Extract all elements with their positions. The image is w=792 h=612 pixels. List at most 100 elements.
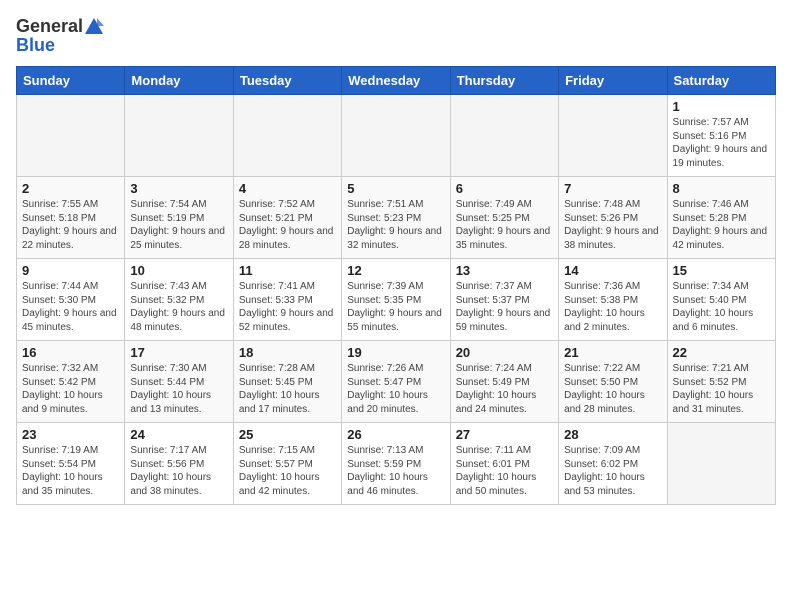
calendar-cell [450, 95, 558, 177]
calendar-cell: 25 Sunrise: 7:15 AM Sunset: 5:57 PM Dayli… [233, 423, 341, 505]
calendar-cell: 14 Sunrise: 7:36 AM Sunset: 5:38 PM Dayli… [559, 259, 667, 341]
day-number: 10 [130, 263, 227, 278]
day-number: 19 [347, 345, 444, 360]
day-number: 20 [456, 345, 553, 360]
calendar-cell: 20 Sunrise: 7:24 AM Sunset: 5:49 PM Dayli… [450, 341, 558, 423]
day-number: 1 [673, 99, 770, 114]
day-info: Sunrise: 7:19 AM Sunset: 5:54 PM Dayligh… [22, 444, 119, 498]
day-info: Sunrise: 7:46 AM Sunset: 5:28 PM Dayligh… [673, 198, 770, 252]
day-info: Sunrise: 7:52 AM Sunset: 5:21 PM Dayligh… [239, 198, 336, 252]
day-number: 27 [456, 427, 553, 442]
day-header-saturday: Saturday [667, 67, 775, 95]
day-number: 7 [564, 181, 661, 196]
logo-icon [84, 17, 104, 37]
calendar-cell: 18 Sunrise: 7:28 AM Sunset: 5:45 PM Dayli… [233, 341, 341, 423]
calendar-cell: 9 Sunrise: 7:44 AM Sunset: 5:30 PM Daylig… [17, 259, 125, 341]
day-header-friday: Friday [559, 67, 667, 95]
page-header: General Blue [16, 16, 776, 56]
calendar-cell: 15Sunrise: 7:34 AM Sunset: 5:40 PM Dayli… [667, 259, 775, 341]
calendar-cell: 13 Sunrise: 7:37 AM Sunset: 5:37 PM Dayli… [450, 259, 558, 341]
calendar-cell: 17 Sunrise: 7:30 AM Sunset: 5:44 PM Dayli… [125, 341, 233, 423]
day-number: 17 [130, 345, 227, 360]
day-info: Sunrise: 7:30 AM Sunset: 5:44 PM Dayligh… [130, 362, 227, 416]
calendar-cell [342, 95, 450, 177]
day-info: Sunrise: 7:37 AM Sunset: 5:37 PM Dayligh… [456, 280, 553, 334]
calendar-cell [17, 95, 125, 177]
day-number: 18 [239, 345, 336, 360]
day-info: Sunrise: 7:21 AM Sunset: 5:52 PM Dayligh… [673, 362, 770, 416]
day-info: Sunrise: 7:09 AM Sunset: 6:02 PM Dayligh… [564, 444, 661, 498]
day-info: Sunrise: 7:15 AM Sunset: 5:57 PM Dayligh… [239, 444, 336, 498]
logo-blue-text: Blue [16, 35, 104, 56]
calendar-cell: 21Sunrise: 7:22 AM Sunset: 5:50 PM Dayli… [559, 341, 667, 423]
calendar-cell: 16 Sunrise: 7:32 AM Sunset: 5:42 PM Dayli… [17, 341, 125, 423]
day-number: 23 [22, 427, 119, 442]
calendar-week-3: 9 Sunrise: 7:44 AM Sunset: 5:30 PM Daylig… [17, 259, 776, 341]
logo-general-text: General [16, 16, 83, 37]
logo: General Blue [16, 16, 104, 56]
calendar-header-row: SundayMondayTuesdayWednesdayThursdayFrid… [17, 67, 776, 95]
day-info: Sunrise: 7:32 AM Sunset: 5:42 PM Dayligh… [22, 362, 119, 416]
day-info: Sunrise: 7:13 AM Sunset: 5:59 PM Dayligh… [347, 444, 444, 498]
day-number: 8 [673, 181, 770, 196]
day-number: 11 [239, 263, 336, 278]
calendar-cell: 23 Sunrise: 7:19 AM Sunset: 5:54 PM Dayli… [17, 423, 125, 505]
calendar-cell: 28 Sunrise: 7:09 AM Sunset: 6:02 PM Dayli… [559, 423, 667, 505]
day-info: Sunrise: 7:17 AM Sunset: 5:56 PM Dayligh… [130, 444, 227, 498]
day-info: Sunrise: 7:51 AM Sunset: 5:23 PM Dayligh… [347, 198, 444, 252]
day-info: Sunrise: 7:11 AM Sunset: 6:01 PM Dayligh… [456, 444, 553, 498]
day-info: Sunrise: 7:55 AM Sunset: 5:18 PM Dayligh… [22, 198, 119, 252]
day-info: Sunrise: 7:54 AM Sunset: 5:19 PM Dayligh… [130, 198, 227, 252]
day-info: Sunrise: 7:22 AM Sunset: 5:50 PM Dayligh… [564, 362, 661, 416]
calendar-cell: 22 Sunrise: 7:21 AM Sunset: 5:52 PM Dayli… [667, 341, 775, 423]
day-number: 12 [347, 263, 444, 278]
day-header-sunday: Sunday [17, 67, 125, 95]
day-number: 14 [564, 263, 661, 278]
day-number: 13 [456, 263, 553, 278]
calendar-cell: 3 Sunrise: 7:54 AM Sunset: 5:19 PM Daylig… [125, 177, 233, 259]
day-number: 22 [673, 345, 770, 360]
calendar-week-5: 23 Sunrise: 7:19 AM Sunset: 5:54 PM Dayli… [17, 423, 776, 505]
day-number: 25 [239, 427, 336, 442]
day-number: 15 [673, 263, 770, 278]
calendar-table: SundayMondayTuesdayWednesdayThursdayFrid… [16, 66, 776, 505]
day-info: Sunrise: 7:36 AM Sunset: 5:38 PM Dayligh… [564, 280, 661, 334]
calendar-cell: 26 Sunrise: 7:13 AM Sunset: 5:59 PM Dayli… [342, 423, 450, 505]
calendar-cell: 19 Sunrise: 7:26 AM Sunset: 5:47 PM Dayli… [342, 341, 450, 423]
calendar-cell: 1 Sunrise: 7:57 AM Sunset: 5:16 PM Daylig… [667, 95, 775, 177]
day-number: 16 [22, 345, 119, 360]
day-header-thursday: Thursday [450, 67, 558, 95]
day-number: 26 [347, 427, 444, 442]
day-number: 6 [456, 181, 553, 196]
day-info: Sunrise: 7:44 AM Sunset: 5:30 PM Dayligh… [22, 280, 119, 334]
calendar-week-4: 16 Sunrise: 7:32 AM Sunset: 5:42 PM Dayli… [17, 341, 776, 423]
day-number: 9 [22, 263, 119, 278]
day-number: 28 [564, 427, 661, 442]
day-number: 5 [347, 181, 444, 196]
day-number: 3 [130, 181, 227, 196]
calendar-cell: 5 Sunrise: 7:51 AM Sunset: 5:23 PM Daylig… [342, 177, 450, 259]
calendar-cell: 6 Sunrise: 7:49 AM Sunset: 5:25 PM Daylig… [450, 177, 558, 259]
day-info: Sunrise: 7:57 AM Sunset: 5:16 PM Dayligh… [673, 116, 770, 170]
calendar-cell: 7Sunrise: 7:48 AM Sunset: 5:26 PM Daylig… [559, 177, 667, 259]
day-number: 4 [239, 181, 336, 196]
calendar-cell: 24 Sunrise: 7:17 AM Sunset: 5:56 PM Dayli… [125, 423, 233, 505]
calendar-cell: 8 Sunrise: 7:46 AM Sunset: 5:28 PM Daylig… [667, 177, 775, 259]
day-header-tuesday: Tuesday [233, 67, 341, 95]
day-number: 2 [22, 181, 119, 196]
calendar-week-1: 1 Sunrise: 7:57 AM Sunset: 5:16 PM Daylig… [17, 95, 776, 177]
day-info: Sunrise: 7:41 AM Sunset: 5:33 PM Dayligh… [239, 280, 336, 334]
calendar-week-2: 2 Sunrise: 7:55 AM Sunset: 5:18 PM Daylig… [17, 177, 776, 259]
calendar-cell [559, 95, 667, 177]
calendar-cell [667, 423, 775, 505]
calendar-cell [125, 95, 233, 177]
calendar-cell: 2 Sunrise: 7:55 AM Sunset: 5:18 PM Daylig… [17, 177, 125, 259]
day-info: Sunrise: 7:43 AM Sunset: 5:32 PM Dayligh… [130, 280, 227, 334]
day-number: 24 [130, 427, 227, 442]
day-info: Sunrise: 7:24 AM Sunset: 5:49 PM Dayligh… [456, 362, 553, 416]
day-info: Sunrise: 7:26 AM Sunset: 5:47 PM Dayligh… [347, 362, 444, 416]
day-info: Sunrise: 7:39 AM Sunset: 5:35 PM Dayligh… [347, 280, 444, 334]
day-info: Sunrise: 7:49 AM Sunset: 5:25 PM Dayligh… [456, 198, 553, 252]
day-info: Sunrise: 7:28 AM Sunset: 5:45 PM Dayligh… [239, 362, 336, 416]
day-header-monday: Monday [125, 67, 233, 95]
